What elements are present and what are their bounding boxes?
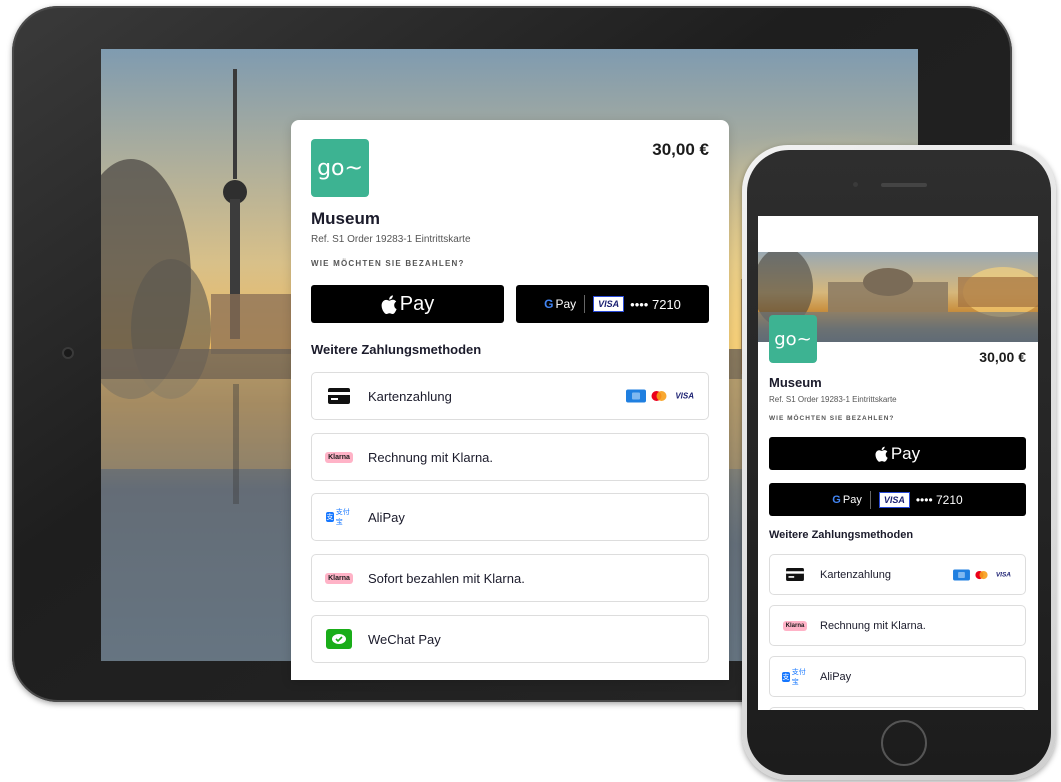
method-label: Rechnung mit Klarna.: [368, 449, 494, 465]
method-partial[interactable]: [769, 707, 1026, 710]
alipay-icon: 支支付宝: [782, 668, 806, 686]
method-alipay[interactable]: 支支付宝 AliPay: [769, 656, 1026, 697]
google-pay-separator: [584, 295, 586, 313]
method-klarna-invoice[interactable]: Klarna Rechnung mit Klarna.: [311, 433, 709, 481]
google-pay-label: Pay: [555, 297, 577, 311]
klarna-icon: Klarna: [325, 572, 353, 584]
payment-amount: 30,00 €: [652, 140, 709, 159]
phone-camera-icon: [853, 182, 858, 187]
merchant-name: Museum: [311, 209, 380, 228]
google-pay-button[interactable]: G Pay VISA •••• 7210: [516, 285, 709, 323]
google-g-icon: G: [544, 297, 554, 311]
google-pay-label: Pay: [842, 493, 862, 506]
payment-question: WIE MÖCHTEN SIE BEZAHLEN?: [769, 415, 895, 422]
wechat-icon: [326, 629, 352, 649]
klarna-icon: Klarna: [325, 451, 353, 463]
order-reference: Ref. S1 Order 19283-1 Eintrittskarte: [311, 234, 471, 245]
mastercard-icon: [651, 391, 667, 401]
credit-card-icon: [786, 568, 804, 581]
google-g-icon: G: [832, 493, 841, 506]
device-showcase: go~ 30,00 € Museum Ref. S1 Order 19283-1…: [0, 0, 1061, 782]
method-label: Kartenzahlung: [368, 388, 452, 404]
credit-card-icon: [328, 388, 350, 404]
apple-pay-button[interactable]: Pay: [311, 285, 504, 323]
method-alipay[interactable]: 支支付宝 AliPay: [311, 493, 709, 541]
phone-speaker: [881, 183, 927, 187]
mastercard-icon: [975, 570, 988, 579]
apple-icon: [381, 294, 397, 314]
method-label: AliPay: [368, 509, 405, 525]
method-label: AliPay: [820, 670, 852, 683]
method-label: Kartenzahlung: [820, 568, 891, 581]
visa-card-icon: VISA: [878, 491, 910, 508]
google-pay-card-number: •••• 7210: [630, 296, 681, 312]
apple-pay-label: Pay: [399, 292, 435, 315]
merchant-name: Museum: [769, 375, 822, 390]
klarna-icon: Klarna: [782, 620, 808, 631]
card-brand-logos: VISA: [952, 569, 1011, 580]
apple-pay-button[interactable]: Pay: [769, 437, 1026, 470]
go-logo: go~: [769, 315, 817, 363]
google-pay-separator: [869, 490, 871, 509]
visa-icon: VISA: [995, 571, 1011, 578]
method-card-payment[interactable]: Kartenzahlung VISA: [311, 372, 709, 420]
card-brand-logos: VISA: [626, 389, 694, 403]
method-klarna-invoice[interactable]: Klarna Rechnung mit Klarna.: [769, 605, 1026, 646]
apple-icon: [875, 446, 888, 462]
more-methods-title: Weitere Zahlungsmethoden: [311, 342, 482, 357]
alipay-icon: 支支付宝: [326, 509, 350, 526]
google-pay-card-number: •••• 7210: [915, 492, 963, 507]
go-logo: go~: [311, 139, 369, 197]
payment-amount: 30,00 €: [979, 349, 1026, 365]
tablet-camera-icon: [62, 347, 74, 359]
more-methods-title: Weitere Zahlungsmethoden: [769, 529, 914, 541]
order-reference: Ref. S1 Order 19283-1 Eintrittskarte: [769, 395, 897, 404]
apple-pay-label: Pay: [890, 443, 921, 463]
home-button[interactable]: [881, 720, 927, 766]
amex-icon: [626, 389, 647, 403]
method-card-payment[interactable]: Kartenzahlung VISA: [769, 554, 1026, 595]
method-label: Sofort bezahlen mit Klarna.: [368, 570, 525, 586]
amex-icon: [952, 569, 970, 580]
google-pay-button[interactable]: G Pay VISA •••• 7210: [769, 483, 1026, 516]
method-label: Rechnung mit Klarna.: [820, 619, 926, 632]
payment-card: go~ 30,00 € Museum Ref. S1 Order 19283-1…: [291, 120, 729, 680]
payment-question: WIE MÖCHTEN SIE BEZAHLEN?: [311, 259, 465, 268]
method-label: WeChat Pay: [368, 631, 441, 647]
method-klarna-sofort[interactable]: Klarna Sofort bezahlen mit Klarna.: [311, 554, 709, 602]
phone-screen: go~ 30,00 € Museum Ref. S1 Order 19283-1…: [758, 216, 1038, 710]
method-wechat-pay[interactable]: WeChat Pay: [311, 615, 709, 663]
visa-card-icon: VISA: [593, 296, 625, 312]
visa-icon: VISA: [675, 391, 694, 401]
